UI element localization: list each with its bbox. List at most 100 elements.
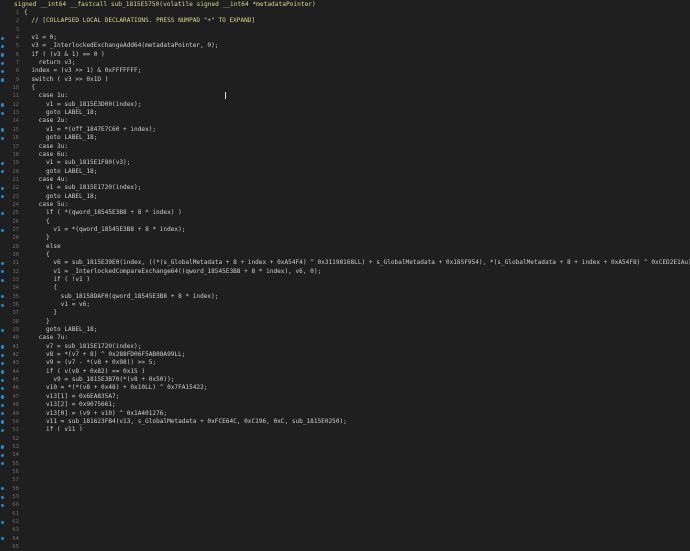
breakpoint-marker-icon[interactable]: [1, 61, 5, 65]
breakpoint-marker-icon[interactable]: [1, 487, 5, 491]
breakpoint-marker-icon[interactable]: [1, 270, 5, 274]
code-line[interactable]: case 3u:: [24, 143, 690, 151]
breakpoint-marker-icon[interactable]: [1, 403, 5, 407]
line-number: 46: [0, 384, 22, 392]
code-line[interactable]: v13[0] = (v9 + v10) ^ 0x1A401276;: [24, 410, 690, 418]
code-line[interactable]: goto LABEL_18;: [24, 134, 690, 142]
code-line[interactable]: return v3;: [24, 59, 690, 67]
breakpoint-marker-icon[interactable]: [1, 295, 5, 299]
breakpoint-marker-icon[interactable]: [1, 261, 5, 266]
code-line[interactable]: if ( v11 ): [24, 426, 690, 431]
code-line[interactable]: case 5u:: [24, 201, 690, 209]
breakpoint-marker-icon[interactable]: [1, 387, 5, 391]
code-line[interactable]: v9 = sub_1815E3B70(*(v8 + 0x50));: [24, 376, 690, 384]
code-line[interactable]: goto LABEL_18;: [24, 109, 690, 117]
breakpoint-marker-icon[interactable]: [1, 462, 5, 466]
code-text: case 1u:: [24, 92, 69, 100]
breakpoint-marker-icon[interactable]: [1, 78, 5, 82]
code-line[interactable]: {: [24, 284, 690, 292]
pseudocode-view[interactable]: signed __int64 __fastcall sub_1815E5750(…: [0, 0, 690, 550]
breakpoint-marker-icon[interactable]: [1, 228, 5, 232]
breakpoint-marker-icon[interactable]: [1, 503, 5, 508]
breakpoint-marker-icon[interactable]: [1, 303, 5, 307]
code-line[interactable]: // [COLLAPSED LOCAL DECLARATIONS. PRESS …: [24, 17, 690, 25]
code-line[interactable]: sub_18158DAF0(qword_18545E3B8 + 8 * inde…: [24, 293, 690, 301]
breakpoint-marker-icon[interactable]: [1, 378, 5, 382]
line-number: 52: [12, 435, 19, 442]
code-line[interactable]: }: [24, 309, 690, 317]
breakpoint-marker-icon[interactable]: [1, 520, 5, 524]
code-line[interactable]: {: [24, 251, 690, 259]
code-line[interactable]: v1 = 0;: [24, 34, 690, 42]
code-line[interactable]: switch ( v3 >> 0x1D ): [24, 76, 690, 84]
breakpoint-marker-icon[interactable]: [1, 420, 5, 424]
breakpoint-marker-icon[interactable]: [1, 70, 5, 74]
breakpoint-marker-icon[interactable]: [1, 495, 5, 499]
breakpoint-marker-icon[interactable]: [1, 128, 5, 132]
line-number: 8: [0, 67, 22, 75]
breakpoint-marker-icon[interactable]: [1, 353, 5, 357]
breakpoint-marker-icon[interactable]: [1, 111, 5, 115]
breakpoint-marker-icon[interactable]: [1, 345, 5, 349]
code-line[interactable]: if ( !v1 ): [24, 276, 690, 284]
breakpoint-marker-icon[interactable]: [1, 44, 5, 49]
breakpoint-marker-icon[interactable]: [1, 328, 5, 332]
breakpoint-marker-icon[interactable]: [1, 537, 5, 541]
code-line[interactable]: }: [24, 234, 690, 242]
breakpoint-marker-icon[interactable]: [1, 362, 5, 366]
code-line[interactable]: v1 = sub_1815E1720(index);: [24, 184, 690, 192]
code-line[interactable]: case 6u:: [24, 151, 690, 159]
code-line[interactable]: v3 = _InterlockedExchangeAdd64(metadataP…: [24, 42, 690, 50]
code-line[interactable]: if ( v(v8 + 0x82) == 0x15 ): [24, 368, 690, 376]
code-line[interactable]: v13[1] = 0x6EA835A7;: [24, 393, 690, 401]
breakpoint-marker-icon[interactable]: [1, 395, 5, 399]
code-line[interactable]: }: [24, 318, 690, 326]
code-line[interactable]: v6 = sub_1815E39E0(index, ((*(s_GlobalMe…: [24, 259, 690, 267]
code-line[interactable]: case 1u:: [24, 92, 690, 100]
code-line[interactable]: case 4u:: [24, 176, 690, 184]
code-line[interactable]: v8 = *(v7 + 8) ^ 0x288FD06F5AB08A99LL;: [24, 351, 690, 359]
code-line[interactable]: case 2u:: [24, 117, 690, 125]
breakpoint-marker-icon[interactable]: [1, 36, 5, 40]
breakpoint-marker-icon[interactable]: [1, 170, 5, 174]
code-line[interactable]: [24, 26, 690, 34]
code-line[interactable]: v7 = sub_1815E1720(index);: [24, 343, 690, 351]
code-line[interactable]: v9 = (v7 - *(v8 + 0x98)) >> 5;: [24, 359, 690, 367]
code-line[interactable]: goto LABEL_18;: [24, 326, 690, 334]
code-line[interactable]: v1 = _InterlockedCompareExchange64((qwor…: [24, 268, 690, 276]
code-line[interactable]: v1 = v6;: [24, 301, 690, 309]
code-line[interactable]: if ( *(qword_18545E3B8 + 8 * index) ): [24, 209, 690, 217]
code-line[interactable]: index = (v3 >> 1) & 0xFFFFFFF;: [24, 67, 690, 75]
breakpoint-marker-icon[interactable]: [1, 445, 5, 449]
code-line[interactable]: {: [24, 84, 690, 92]
code-line[interactable]: v10 = *(*(v8 + 0x48) + 0x10LL) ^ 0x7FA15…: [24, 384, 690, 392]
code-line[interactable]: v1 = sub_1815E3D00(index);: [24, 101, 690, 109]
breakpoint-marker-icon[interactable]: [1, 370, 5, 374]
code-line[interactable]: v1 = *(off_1847E7C60 + index);: [24, 126, 690, 134]
breakpoint-marker-icon[interactable]: [1, 412, 5, 416]
breakpoint-marker-icon[interactable]: [1, 195, 5, 199]
code-editor[interactable]: { // [COLLAPSED LOCAL DECLARATIONS. PRES…: [24, 9, 690, 431]
breakpoint-marker-icon[interactable]: [1, 278, 5, 282]
breakpoint-marker-icon[interactable]: [1, 136, 5, 140]
breakpoint-marker-icon[interactable]: [1, 428, 5, 432]
code-line[interactable]: else: [24, 243, 690, 251]
code-line[interactable]: v13[2] = 0x9075661;: [24, 401, 690, 409]
code-line[interactable]: if ( (v3 & 1) == 0 ): [24, 51, 690, 59]
line-number: 1: [15, 10, 19, 16]
breakpoint-marker-icon[interactable]: [1, 103, 5, 107]
code-line[interactable]: v1 = sub_1815E1F80(v3);: [24, 159, 690, 167]
breakpoint-marker-icon[interactable]: [1, 453, 5, 457]
line-gutter[interactable]: 1 2 3 4 5 6 7 8 9 10 11 12 13 14 15 16 17 18 19 20 21 22 23 24 2…: [0, 9, 22, 550]
breakpoint-marker-icon[interactable]: [1, 53, 5, 57]
code-line[interactable]: goto LABEL_18;: [24, 193, 690, 201]
breakpoint-marker-icon[interactable]: [1, 186, 5, 190]
code-line[interactable]: v1 = *(qword_18545E3B8 + 8 * index);: [24, 226, 690, 234]
code-line[interactable]: v11 = sub_181623FB4(v13, s_GlobalMetadat…: [24, 418, 690, 426]
code-line[interactable]: case 7u:: [24, 334, 690, 342]
code-line[interactable]: {: [24, 218, 690, 226]
code-line[interactable]: {: [24, 9, 690, 17]
breakpoint-marker-icon[interactable]: [1, 211, 5, 216]
code-line[interactable]: goto LABEL_18;: [24, 168, 690, 176]
breakpoint-marker-icon[interactable]: [1, 161, 5, 165]
